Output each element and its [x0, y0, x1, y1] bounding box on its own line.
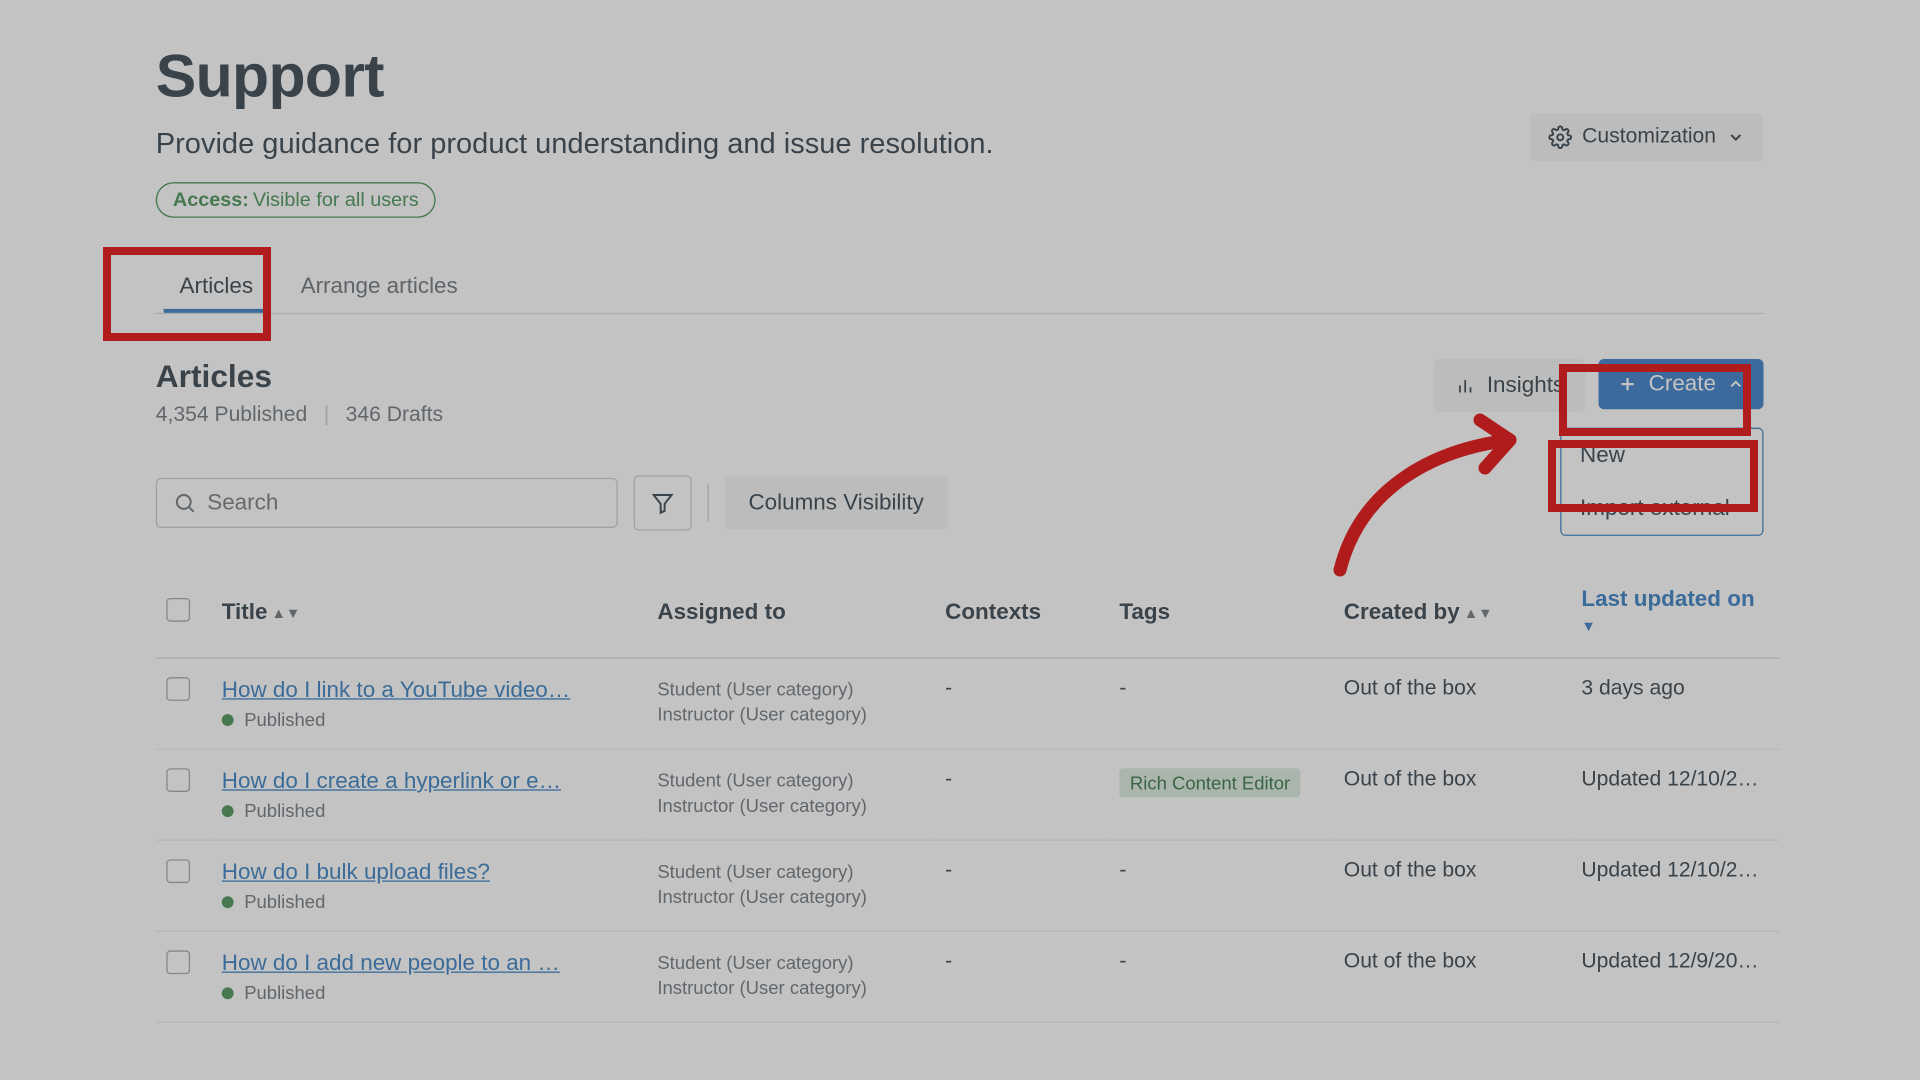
column-header-contexts[interactable]: Contexts	[935, 573, 1109, 658]
status-text: Published	[244, 982, 325, 1003]
create-label: Create	[1649, 371, 1716, 397]
create-button[interactable]: Create	[1598, 359, 1763, 409]
table-row: How do I add new people to an … Publishe…	[156, 931, 1780, 1022]
page-subtitle: Provide guidance for product understandi…	[156, 127, 1764, 161]
created-by-text: Out of the box	[1344, 859, 1477, 881]
status-dot-icon	[222, 896, 234, 908]
drafts-count: 346 Drafts	[346, 404, 443, 426]
status-text: Published	[244, 891, 325, 912]
column-header-assigned[interactable]: Assigned to	[647, 573, 935, 658]
status-dot-icon	[222, 805, 234, 817]
status-row: Published	[222, 982, 636, 1003]
updated-text: Updated 12/10/2…	[1581, 859, 1758, 881]
insights-label: Insights	[1487, 372, 1564, 398]
funnel-icon	[651, 491, 675, 515]
row-checkbox[interactable]	[166, 859, 190, 883]
customization-label: Customization	[1582, 125, 1716, 149]
updated-text: Updated 12/10/2…	[1581, 768, 1758, 790]
article-title-link[interactable]: How do I link to a YouTube video…	[222, 677, 636, 703]
assigned-line: Instructor (User category)	[657, 975, 924, 1000]
cell-dash: -	[945, 950, 952, 972]
select-all-checkbox[interactable]	[166, 597, 190, 621]
article-title-link[interactable]: How do I create a hyperlink or e…	[222, 768, 636, 794]
search-box[interactable]	[156, 478, 618, 528]
created-by-text: Out of the box	[1344, 768, 1477, 790]
table-row: How do I create a hyperlink or e… Publis…	[156, 749, 1780, 840]
cell-dash: -	[945, 768, 952, 790]
status-row: Published	[222, 709, 636, 730]
row-checkbox[interactable]	[166, 950, 190, 974]
assigned-line: Student (User category)	[657, 950, 924, 975]
sort-desc-icon: ▼	[1581, 618, 1595, 634]
chevron-up-icon	[1727, 375, 1745, 393]
created-by-text: Out of the box	[1344, 677, 1477, 699]
sort-icon: ▲▼	[1464, 605, 1493, 621]
assigned-line: Instructor (User category)	[657, 793, 924, 818]
dropdown-item-new[interactable]: New	[1562, 429, 1763, 482]
articles-table: Title▲▼ Assigned to Contexts Tags Create…	[156, 573, 1780, 1023]
tabs-bar: Articles Arrange articles	[156, 260, 1764, 314]
table-row: How do I bulk upload files? Published St…	[156, 840, 1780, 931]
access-value: Visible for all users	[253, 189, 419, 211]
column-header-tags[interactable]: Tags	[1109, 573, 1333, 658]
status-row: Published	[222, 800, 636, 821]
assigned-line: Instructor (User category)	[657, 702, 924, 727]
created-by-text: Out of the box	[1344, 950, 1477, 972]
table-row: How do I link to a YouTube video… Publis…	[156, 658, 1780, 749]
sort-icon: ▲▼	[271, 605, 300, 621]
cell-dash: -	[1119, 950, 1126, 972]
cell-dash: -	[1119, 677, 1126, 699]
status-dot-icon	[222, 987, 234, 999]
updated-text: 3 days ago	[1581, 677, 1684, 699]
columns-visibility-button[interactable]: Columns Visibility	[725, 477, 948, 530]
dropdown-item-import[interactable]: Import external	[1562, 482, 1763, 535]
updated-text: Updated 12/9/20…	[1581, 950, 1758, 972]
tab-articles[interactable]: Articles	[156, 260, 277, 313]
chevron-down-icon	[1727, 128, 1745, 146]
article-counts: 4,354 Published | 346 Drafts	[156, 404, 443, 428]
published-count: 4,354 Published	[156, 404, 307, 426]
customization-button[interactable]: Customization	[1529, 114, 1763, 162]
insights-button[interactable]: Insights	[1434, 359, 1585, 412]
filter-button[interactable]	[634, 475, 692, 530]
tab-label: Articles	[180, 273, 254, 298]
status-text: Published	[244, 800, 325, 821]
plus-icon	[1617, 374, 1638, 395]
assigned-line: Student (User category)	[657, 768, 924, 793]
status-dot-icon	[222, 713, 234, 725]
assigned-line: Instructor (User category)	[657, 884, 924, 909]
status-text: Published	[244, 709, 325, 730]
row-checkbox[interactable]	[166, 677, 190, 701]
row-checkbox[interactable]	[166, 768, 190, 792]
article-title-link[interactable]: How do I add new people to an …	[222, 950, 636, 976]
search-input[interactable]	[207, 490, 600, 516]
column-header-created-by[interactable]: Created by▲▼	[1333, 573, 1571, 658]
page-title: Support	[156, 40, 1764, 111]
bar-chart-icon	[1455, 375, 1476, 396]
access-label: Access:	[173, 189, 249, 211]
tab-arrange-articles[interactable]: Arrange articles	[277, 260, 482, 313]
section-title: Articles	[156, 359, 443, 396]
cell-dash: -	[945, 677, 952, 699]
access-badge: Access: Visible for all users	[156, 182, 436, 218]
status-row: Published	[222, 891, 636, 912]
tag-chip[interactable]: Rich Content Editor	[1119, 768, 1300, 797]
gear-icon	[1548, 125, 1572, 149]
cell-dash: -	[1119, 859, 1126, 881]
assigned-line: Student (User category)	[657, 859, 924, 884]
article-title-link[interactable]: How do I bulk upload files?	[222, 859, 636, 885]
create-dropdown: New Import external	[1560, 428, 1763, 536]
column-header-title[interactable]: Title▲▼	[211, 573, 647, 658]
search-icon	[173, 491, 197, 515]
cell-dash: -	[945, 859, 952, 881]
column-header-updated[interactable]: Last updated on ▼	[1571, 573, 1780, 658]
count-divider: |	[324, 404, 329, 426]
toolbar-divider	[708, 484, 709, 521]
tab-label: Arrange articles	[301, 273, 458, 298]
assigned-line: Student (User category)	[657, 677, 924, 702]
